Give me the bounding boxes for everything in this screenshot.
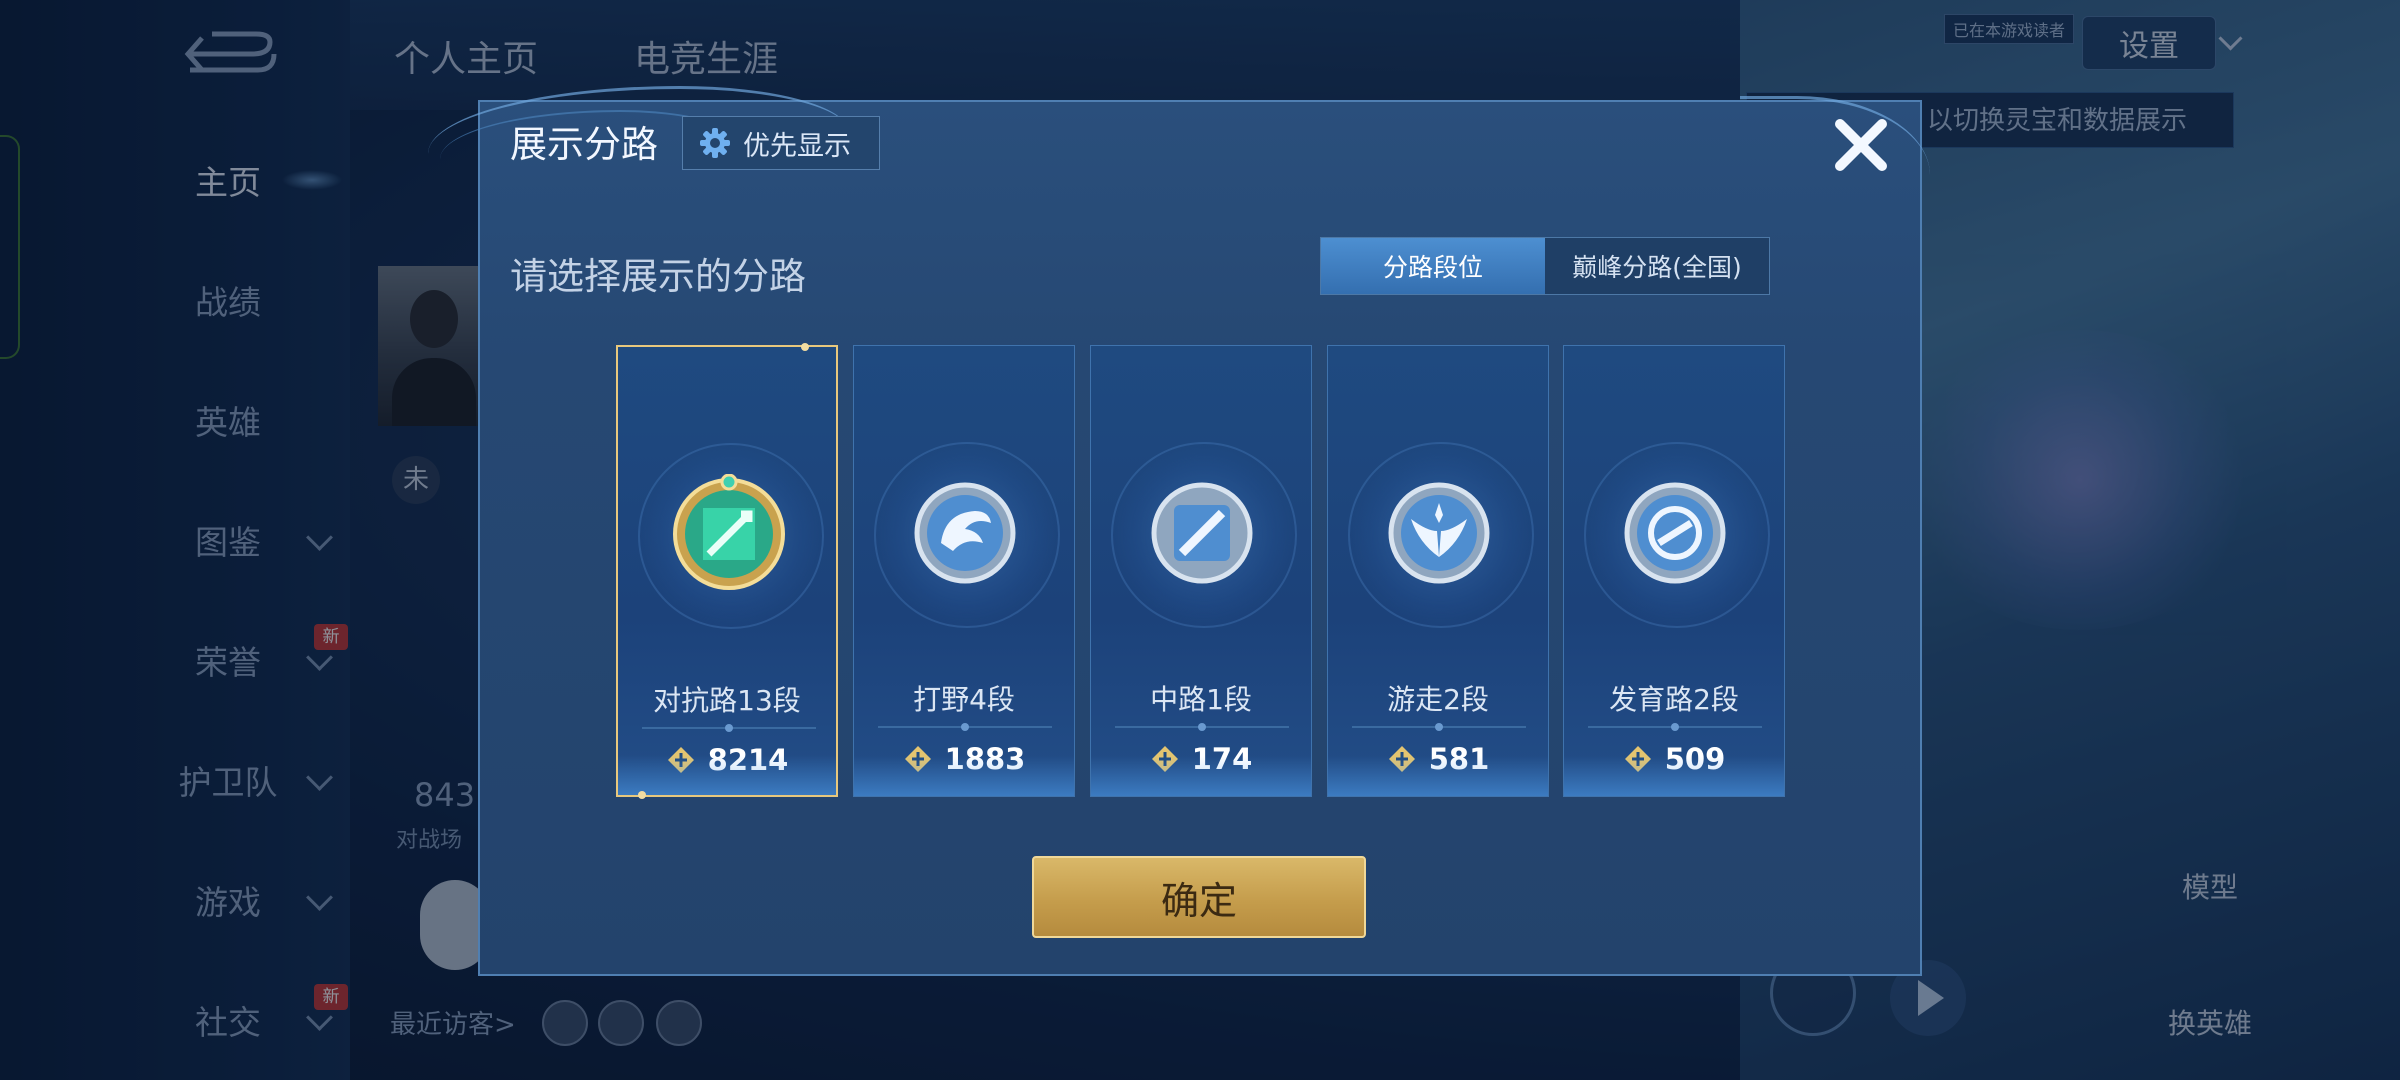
role-name: 打野4段 — [913, 683, 1015, 716]
card-shine — [1091, 756, 1311, 796]
divider — [642, 724, 816, 732]
card-shine — [1564, 756, 1784, 796]
mid-lane-emblem-icon — [1151, 482, 1253, 584]
role-card-mid[interactable]: 中路1段 174 — [1090, 345, 1312, 797]
role-card-roam[interactable]: 游走2段 581 — [1327, 345, 1549, 797]
priority-display-button[interactable]: 优先显示 — [682, 116, 880, 170]
selected-corner-dot — [801, 343, 809, 351]
tab-lane-rank[interactable]: 分路段位 — [1321, 238, 1545, 294]
dialog-title: 展示分路 — [510, 123, 658, 166]
card-shine — [618, 755, 836, 795]
role-card-top[interactable]: 对抗路13段 8214 — [616, 345, 838, 797]
lane-tab-switch: 分路段位 巅峰分路(全国) — [1320, 237, 1770, 295]
tab-peak-lane[interactable]: 巅峰分路(全国) — [1545, 238, 1769, 294]
dragon-emblem-icon — [914, 482, 1016, 584]
divider — [878, 723, 1052, 731]
divider — [1352, 723, 1526, 731]
divider — [1115, 723, 1289, 731]
card-shine — [854, 756, 1074, 796]
divider — [1588, 723, 1762, 731]
selected-corner-dot — [638, 791, 646, 799]
card-shine — [1328, 756, 1548, 796]
target-emblem-icon — [1624, 482, 1726, 584]
role-name: 游走2段 — [1387, 683, 1489, 716]
gear-icon — [700, 128, 730, 158]
confirm-button[interactable]: 确定 — [1032, 856, 1366, 938]
sword-emblem-icon — [673, 474, 785, 590]
role-card-farm[interactable]: 发育路2段 509 — [1563, 345, 1785, 797]
dialog-subtitle: 请选择展示的分路 — [510, 255, 806, 298]
role-name: 发育路2段 — [1609, 683, 1739, 716]
role-card-jungle[interactable]: 打野4段 1883 — [853, 345, 1075, 797]
close-icon[interactable] — [1832, 116, 1890, 174]
role-name: 中路1段 — [1150, 683, 1252, 716]
role-name: 对抗路13段 — [653, 684, 801, 717]
wings-emblem-icon — [1388, 482, 1490, 584]
priority-display-label: 优先显示 — [743, 130, 851, 162]
